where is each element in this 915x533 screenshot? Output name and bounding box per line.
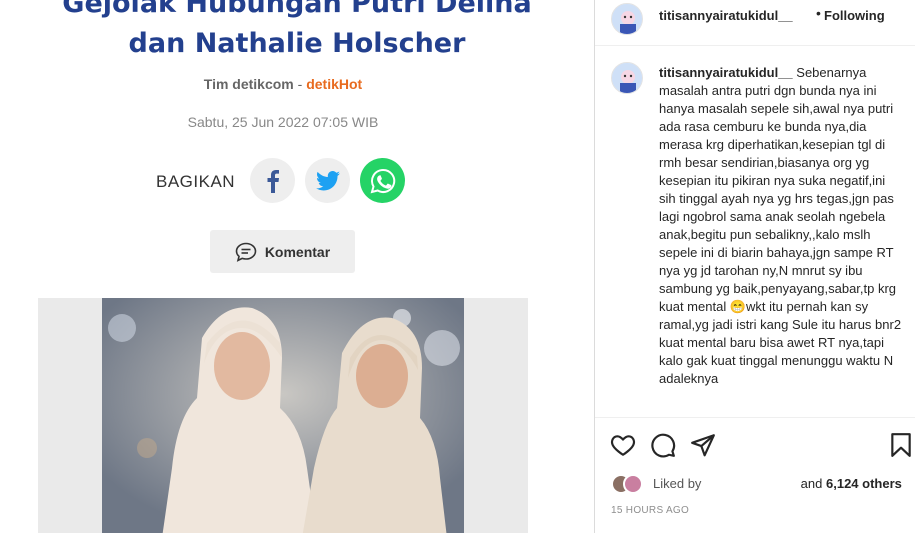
post-image: Gejolak Hubungan Putri Delina dan Nathal… — [0, 0, 594, 533]
post-header: titisannyairatukidul__ • Following — [595, 0, 915, 46]
bookmark-icon[interactable] — [888, 432, 914, 458]
comment-article-button: Komentar — [210, 230, 355, 273]
article-headline-line-2: dan Nathalie Holscher — [128, 28, 466, 59]
avatar[interactable] — [611, 62, 643, 94]
caption-text: Sebenarnya masalah antra putri dgn bunda… — [659, 65, 902, 386]
whatsapp-icon — [370, 168, 395, 193]
caption-username[interactable]: titisannyairatukidul__ — [659, 65, 793, 80]
twitter-icon — [315, 170, 340, 190]
whatsapp-share-button — [360, 158, 405, 203]
likes-count[interactable]: 6,124 others — [826, 476, 902, 491]
chat-bubble-icon — [235, 242, 257, 262]
header-separator: • — [816, 5, 821, 21]
article-byline: Tim detikcom - detikHot — [0, 76, 566, 92]
likes-text[interactable]: Liked by and 6,124 others — [653, 476, 902, 491]
facebook-icon — [267, 169, 279, 193]
liker-avatars — [611, 474, 651, 494]
post-timestamp[interactable]: 15 HOURS AGO — [611, 505, 689, 516]
facebook-share-button — [250, 158, 295, 203]
comment-label: Komentar — [264, 243, 331, 260]
article-date: Sabtu, 25 Jun 2022 07:05 WIB — [187, 114, 379, 130]
share-label: BAGIKAN — [156, 172, 236, 191]
likes-summary: Liked by and 6,124 others — [611, 472, 911, 496]
comments-scroll-area[interactable]: titisannyairatukidul__ Sebenarnya masala… — [595, 47, 915, 417]
avatar[interactable] — [611, 3, 643, 35]
likes-and: and — [800, 476, 823, 491]
twitter-share-button — [305, 158, 350, 203]
article-photo — [102, 298, 464, 533]
liked-by-label: Liked by — [653, 476, 702, 491]
post-author-username[interactable]: titisannyairatukidul__ — [659, 8, 793, 23]
following-button[interactable]: Following — [824, 8, 885, 23]
article-source: detikHot — [306, 76, 363, 92]
byline-separator: - — [297, 76, 303, 92]
comment-icon[interactable] — [650, 432, 676, 458]
paper-plane-icon[interactable] — [690, 432, 716, 458]
article-headline-line-1: Gejolak Hubungan Putri Delina — [62, 0, 532, 19]
post-side-panel: titisannyairatukidul__ • Following titis… — [595, 0, 915, 533]
avatar[interactable] — [623, 474, 643, 494]
article-author: Tim detikcom — [203, 76, 294, 92]
heart-icon[interactable] — [610, 432, 636, 458]
post-actions — [595, 417, 915, 467]
post-caption: titisannyairatukidul__ Sebenarnya masala… — [659, 64, 905, 388]
